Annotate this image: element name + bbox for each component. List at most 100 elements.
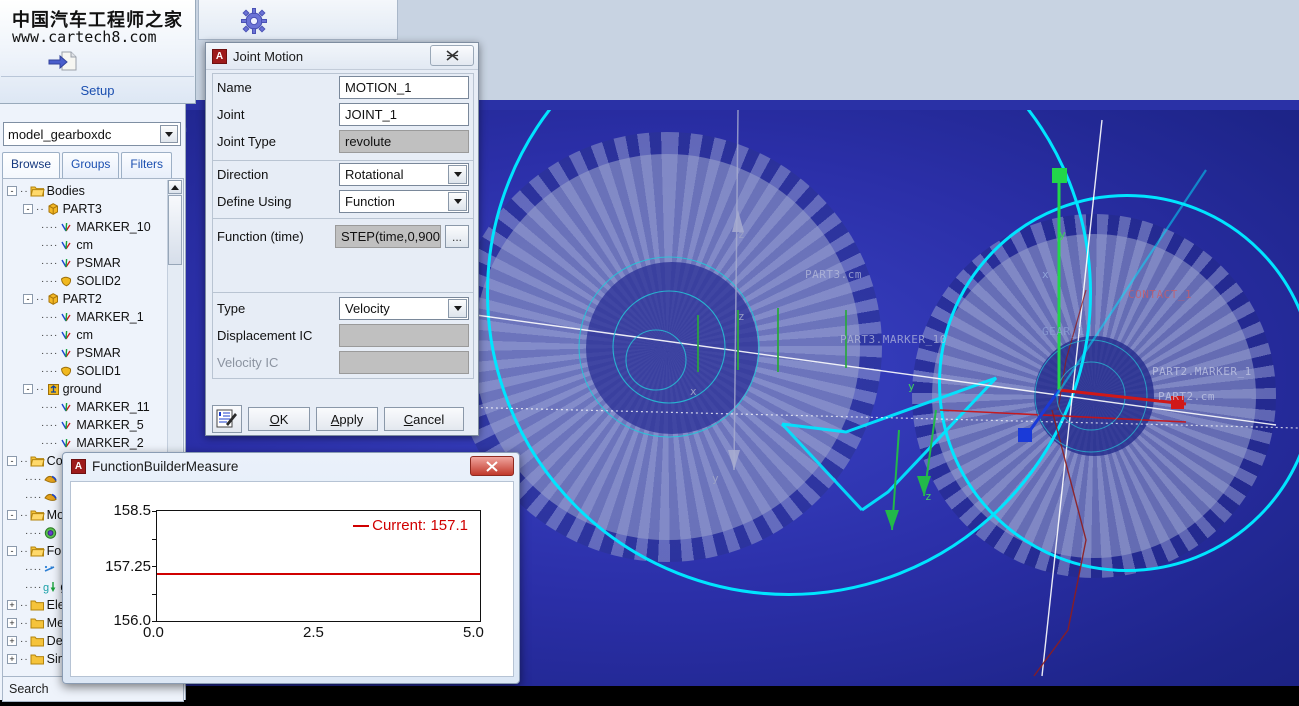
- ic-group: Type Velocity Displacement IC Velocity I…: [212, 293, 474, 379]
- expand-toggle-icon[interactable]: +: [7, 600, 17, 610]
- tree-connector: ····: [41, 365, 59, 377]
- field-row-function: Function (time) STEP(time,0,900 ...: [213, 219, 473, 250]
- tree-connector: ··: [20, 653, 29, 665]
- type-value: Velocity: [345, 301, 390, 316]
- collapse-toggle-icon[interactable]: -: [7, 456, 17, 466]
- tree-item[interactable]: ···· MARKER_5: [7, 416, 183, 434]
- marker-icon: [59, 238, 74, 252]
- direction-label: Direction: [217, 167, 269, 182]
- tree-item-label: MARKER_11: [76, 400, 150, 414]
- motion-icon: [43, 526, 58, 540]
- force-icon: [43, 562, 58, 576]
- ok-rest: K: [279, 411, 289, 427]
- edit-function-glyph: [216, 409, 237, 428]
- chevron-down-icon[interactable]: [448, 299, 467, 318]
- tree-item[interactable]: ···· cm: [7, 326, 183, 344]
- function-field[interactable]: STEP(time,0,900: [335, 225, 441, 248]
- tree-connector: ····: [41, 347, 59, 359]
- name-label: Name: [217, 80, 252, 95]
- setup-link[interactable]: Setup: [81, 83, 115, 98]
- series-current-line: [157, 572, 480, 575]
- folder-open-icon: [30, 454, 45, 468]
- tree-item[interactable]: ···· MARKER_2: [7, 434, 183, 452]
- function-browse-button[interactable]: ...: [445, 225, 469, 248]
- tab-browse[interactable]: Browse: [2, 152, 61, 178]
- joint-motion-dialog[interactable]: A Joint Motion Name MOTION_1 Joint JOINT…: [205, 42, 479, 436]
- expand-toggle-icon[interactable]: +: [7, 636, 17, 646]
- marker-icon: [59, 328, 74, 342]
- tree-item[interactable]: - ·· Bodies: [7, 182, 183, 200]
- tree-item[interactable]: ···· PSMAR: [7, 254, 183, 272]
- type-dropdown[interactable]: Velocity: [339, 297, 469, 320]
- scroll-up-button[interactable]: [168, 180, 182, 194]
- browser-tabs: Browse Groups Filters: [2, 152, 184, 178]
- tree-connector: ····: [25, 563, 43, 575]
- tree-connector: ····: [25, 581, 43, 593]
- define-using-dropdown[interactable]: Function: [339, 190, 469, 213]
- joint-field[interactable]: JOINT_1: [339, 103, 469, 126]
- gear-icon[interactable]: [241, 8, 267, 34]
- adams-a-icon: A: [71, 458, 86, 474]
- joint-motion-titlebar: A Joint Motion: [206, 43, 478, 70]
- function-input-box: STEP(time,0,900 ...: [335, 225, 469, 248]
- body-cube-icon: [46, 292, 61, 306]
- tree-item[interactable]: ···· SOLID1: [7, 362, 183, 380]
- collapse-toggle-icon[interactable]: -: [23, 384, 33, 394]
- tree-item-label: PART3: [62, 202, 102, 216]
- chevron-down-icon[interactable]: [448, 165, 467, 184]
- direction-dropdown[interactable]: Rotational: [339, 163, 469, 186]
- apply-rest: pply: [339, 411, 364, 427]
- tab-filters[interactable]: Filters: [121, 152, 173, 178]
- plot-legend: Current: 157.1: [353, 517, 468, 534]
- collapse-toggle-icon[interactable]: -: [23, 294, 33, 304]
- tree-item-label: cm: [76, 328, 93, 342]
- collapse-toggle-icon[interactable]: -: [23, 204, 33, 214]
- tree-item[interactable]: ···· SOLID2: [7, 272, 183, 290]
- tree-item[interactable]: - ·· PART2: [7, 290, 183, 308]
- folder-closed-icon: [30, 616, 45, 630]
- axis-label: x: [690, 385, 697, 398]
- chevron-down-icon[interactable]: [448, 192, 467, 211]
- tab-groups[interactable]: Groups: [62, 152, 120, 178]
- ok-button[interactable]: OK: [248, 407, 310, 431]
- collapse-toggle-icon[interactable]: -: [7, 186, 17, 196]
- tree-item-label: MARKER_2: [76, 436, 144, 450]
- field-row-joint-type: Joint Type revolute: [213, 128, 473, 155]
- apply-button[interactable]: Apply: [316, 407, 378, 431]
- chevron-down-icon[interactable]: [160, 125, 178, 143]
- axis-label: z: [738, 228, 745, 241]
- close-icon[interactable]: [430, 45, 474, 66]
- tree-item[interactable]: - ·· PART3: [7, 200, 183, 218]
- function-builder-measure-window[interactable]: A FunctionBuilderMeasure Current: 157.1: [62, 452, 520, 684]
- collapse-toggle-icon[interactable]: -: [7, 510, 17, 520]
- dialog-button-row: OK Apply Cancel: [212, 405, 474, 433]
- tree-item[interactable]: ···· PSMAR: [7, 344, 183, 362]
- tree-connector: ····: [41, 311, 59, 323]
- scroll-thumb[interactable]: [168, 195, 182, 265]
- tree-item[interactable]: ···· cm: [7, 236, 183, 254]
- axis-label: y: [908, 380, 915, 393]
- field-row-velocity-ic: Velocity IC: [213, 349, 473, 376]
- tree-connector: ····: [41, 239, 59, 251]
- model-select-dropdown[interactable]: model_gearboxdc: [3, 122, 181, 146]
- axis-label: x: [1042, 268, 1049, 281]
- displacement-ic-field[interactable]: [339, 324, 469, 347]
- name-field[interactable]: MOTION_1: [339, 76, 469, 99]
- tree-item[interactable]: - ·· ground: [7, 380, 183, 398]
- tree-item[interactable]: ···· MARKER_11: [7, 398, 183, 416]
- expand-toggle-icon[interactable]: +: [7, 654, 17, 664]
- marker-icon: [59, 220, 74, 234]
- edit-function-icon[interactable]: [212, 405, 242, 433]
- joint-type-label: Joint Type: [217, 134, 277, 149]
- axis-label: z: [925, 490, 932, 503]
- tree-connector: ····: [25, 527, 43, 539]
- close-icon[interactable]: [470, 456, 514, 476]
- collapse-toggle-icon[interactable]: -: [7, 546, 17, 556]
- fbm-plot-canvas[interactable]: Current: 157.1 158.5 157.25 156.0 0.0 2.…: [70, 481, 514, 677]
- tree-item[interactable]: ···· MARKER_1: [7, 308, 183, 326]
- expand-toggle-icon[interactable]: +: [7, 618, 17, 628]
- tree-item[interactable]: ···· MARKER_10: [7, 218, 183, 236]
- velocity-ic-field: [339, 351, 469, 374]
- cancel-button[interactable]: Cancel: [384, 407, 464, 431]
- tree-connector: ··: [20, 617, 29, 629]
